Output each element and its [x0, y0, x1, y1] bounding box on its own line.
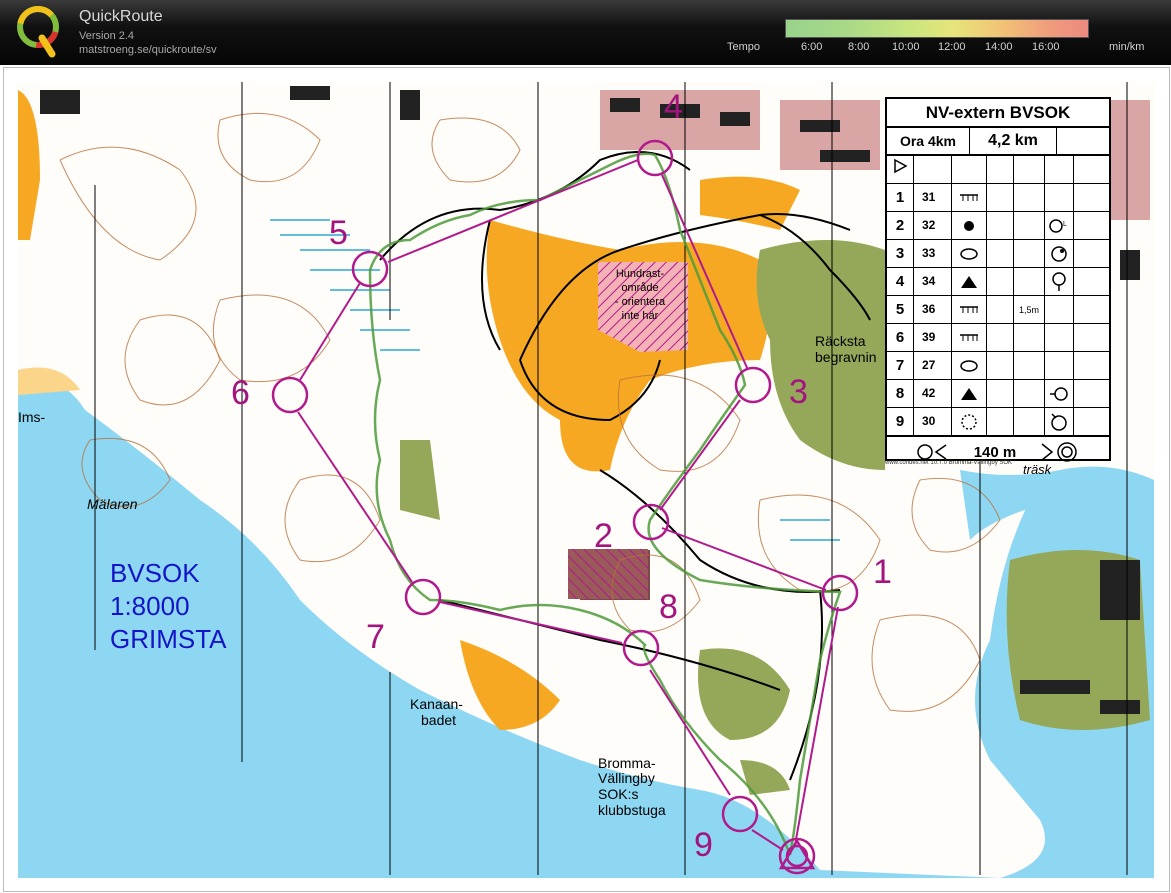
legend-empty-cell: [1045, 296, 1074, 323]
legend-control-row: 4 34: [887, 268, 1109, 296]
legend-control-number: 8: [887, 380, 914, 407]
legend-course-name: Ora 4km: [887, 128, 970, 154]
dashcircle-icon: [952, 408, 987, 435]
svg-text:L: L: [1063, 221, 1067, 228]
finish-icon: [1041, 442, 1078, 462]
legend-control-row: 5 36 1,5m: [887, 296, 1109, 324]
legend-title: NV-extern BVSOK: [887, 99, 1109, 128]
map-info-club: BVSOK: [110, 558, 200, 588]
control-number-7: 7: [366, 618, 385, 656]
start-icon: [894, 158, 908, 174]
circ-tr-icon: [1045, 240, 1074, 267]
dot-icon: [952, 212, 987, 239]
circ-l-icon: L: [1045, 212, 1074, 239]
legend-control-code: 27: [914, 352, 952, 379]
control-number-1: 1: [873, 553, 892, 591]
legend-control-dimension: [1014, 212, 1045, 239]
legend-control-code: 31: [914, 184, 952, 211]
ellipse-icon: [952, 240, 987, 267]
legend-empty-cell: [1045, 352, 1074, 379]
legend-credit: www.condes.net 10.7.0 Bromma-Vällingby S…: [885, 460, 1013, 466]
circ-tl-icon: [1045, 408, 1074, 435]
legend-control-dimension: [1014, 240, 1045, 267]
control-description-sheet: NV-extern BVSOK Ora 4km 4,2 km 1 31 2 32 L 3 3…: [885, 97, 1111, 462]
triangle-icon: [952, 380, 987, 407]
legend-control-code: 30: [914, 408, 952, 435]
legend-control-code: 42: [914, 380, 952, 407]
forbidden-area-2: [568, 549, 648, 599]
control-number-2: 2: [594, 517, 613, 555]
ellipse-icon: [952, 352, 987, 379]
legend-control-row: 2 32 L: [887, 212, 1109, 240]
legend-control-number: 5: [887, 296, 914, 323]
control-number-9: 9: [694, 826, 713, 864]
label-racksta-1: Räcksta: [815, 333, 866, 349]
label-kanaan-1: Kanaan-: [410, 696, 463, 712]
legend-course-row: Ora 4km 4,2 km: [887, 128, 1109, 156]
legend-control-dimension: [1014, 408, 1045, 435]
label-hundrast-2: område: [621, 282, 659, 294]
finish-from-control-icon: [916, 444, 947, 460]
cliff-icon: [952, 324, 987, 351]
control-number-4: 4: [664, 88, 683, 126]
legend-control-row: 7 27: [887, 352, 1109, 380]
legend-control-row: 8 42: [887, 380, 1109, 408]
map-info-area: GRIMSTA: [110, 624, 227, 654]
legend-control-code: 33: [914, 240, 952, 267]
legend-empty-cell: [1045, 184, 1074, 211]
label-bromma-1: Bromma-: [598, 755, 656, 771]
legend-control-number: 1: [887, 184, 914, 211]
control-number-6: 6: [231, 374, 250, 412]
control-number-8: 8: [659, 588, 678, 626]
legend-control-code: 39: [914, 324, 952, 351]
legend-control-number: 3: [887, 240, 914, 267]
label-racksta-2: begravnin: [815, 349, 877, 365]
legend-control-number: 6: [887, 324, 914, 351]
label-malaren: Mälaren: [87, 496, 138, 512]
label-kanaan-2: badet: [421, 712, 457, 728]
cliff-icon: [952, 184, 987, 211]
control-number-3: 3: [789, 373, 808, 411]
legend-control-dimension: 1,5m: [1014, 296, 1045, 323]
legend-control-number: 4: [887, 268, 914, 295]
legend-control-code: 32: [914, 212, 952, 239]
label-bromma-3: SOK:s: [598, 786, 639, 802]
legend-start-row: [887, 156, 1109, 184]
legend-control-row: 6 39: [887, 324, 1109, 352]
legend-control-code: 36: [914, 296, 952, 323]
legend-control-number: 2: [887, 212, 914, 239]
label-bromma-4: klubbstuga: [598, 802, 666, 818]
legend-control-row: 3 33: [887, 240, 1109, 268]
circ-left-icon: [1045, 380, 1074, 407]
legend-control-row: 1 31: [887, 184, 1109, 212]
circ-b-icon: [1045, 268, 1074, 295]
control-number-5: 5: [329, 214, 348, 252]
legend-control-dimension: [1014, 324, 1045, 351]
label-ims: Ims-: [18, 409, 46, 425]
legend-control-row: 9 30: [887, 408, 1109, 436]
legend-rows: 1 31 2 32 L 3 33 4 34 5 36 1,5m 6 39 7 27 8 42 9 30: [887, 184, 1109, 436]
triangle-icon: [952, 268, 987, 295]
legend-empty-cell: [1045, 324, 1074, 351]
legend-control-dimension: [1014, 352, 1045, 379]
legend-finish-distance: 140 m: [973, 443, 1017, 461]
legend-control-dimension: [1014, 268, 1045, 295]
label-hundrast-4: inte här: [621, 310, 659, 322]
map-info-scale: 1:8000: [110, 591, 190, 621]
legend-control-dimension: [1014, 184, 1045, 211]
label-bromma-2: Vällingby: [598, 770, 655, 786]
legend-course-length: 4,2 km: [970, 128, 1057, 154]
legend-control-dimension: [1014, 380, 1045, 407]
legend-control-number: 7: [887, 352, 914, 379]
label-hundrast-3: - orientera: [614, 296, 666, 308]
label-hundrast-1: Hundrast-: [615, 268, 665, 280]
cliff-icon: [952, 296, 987, 323]
legend-control-code: 34: [914, 268, 952, 295]
legend-control-number: 9: [887, 408, 914, 435]
